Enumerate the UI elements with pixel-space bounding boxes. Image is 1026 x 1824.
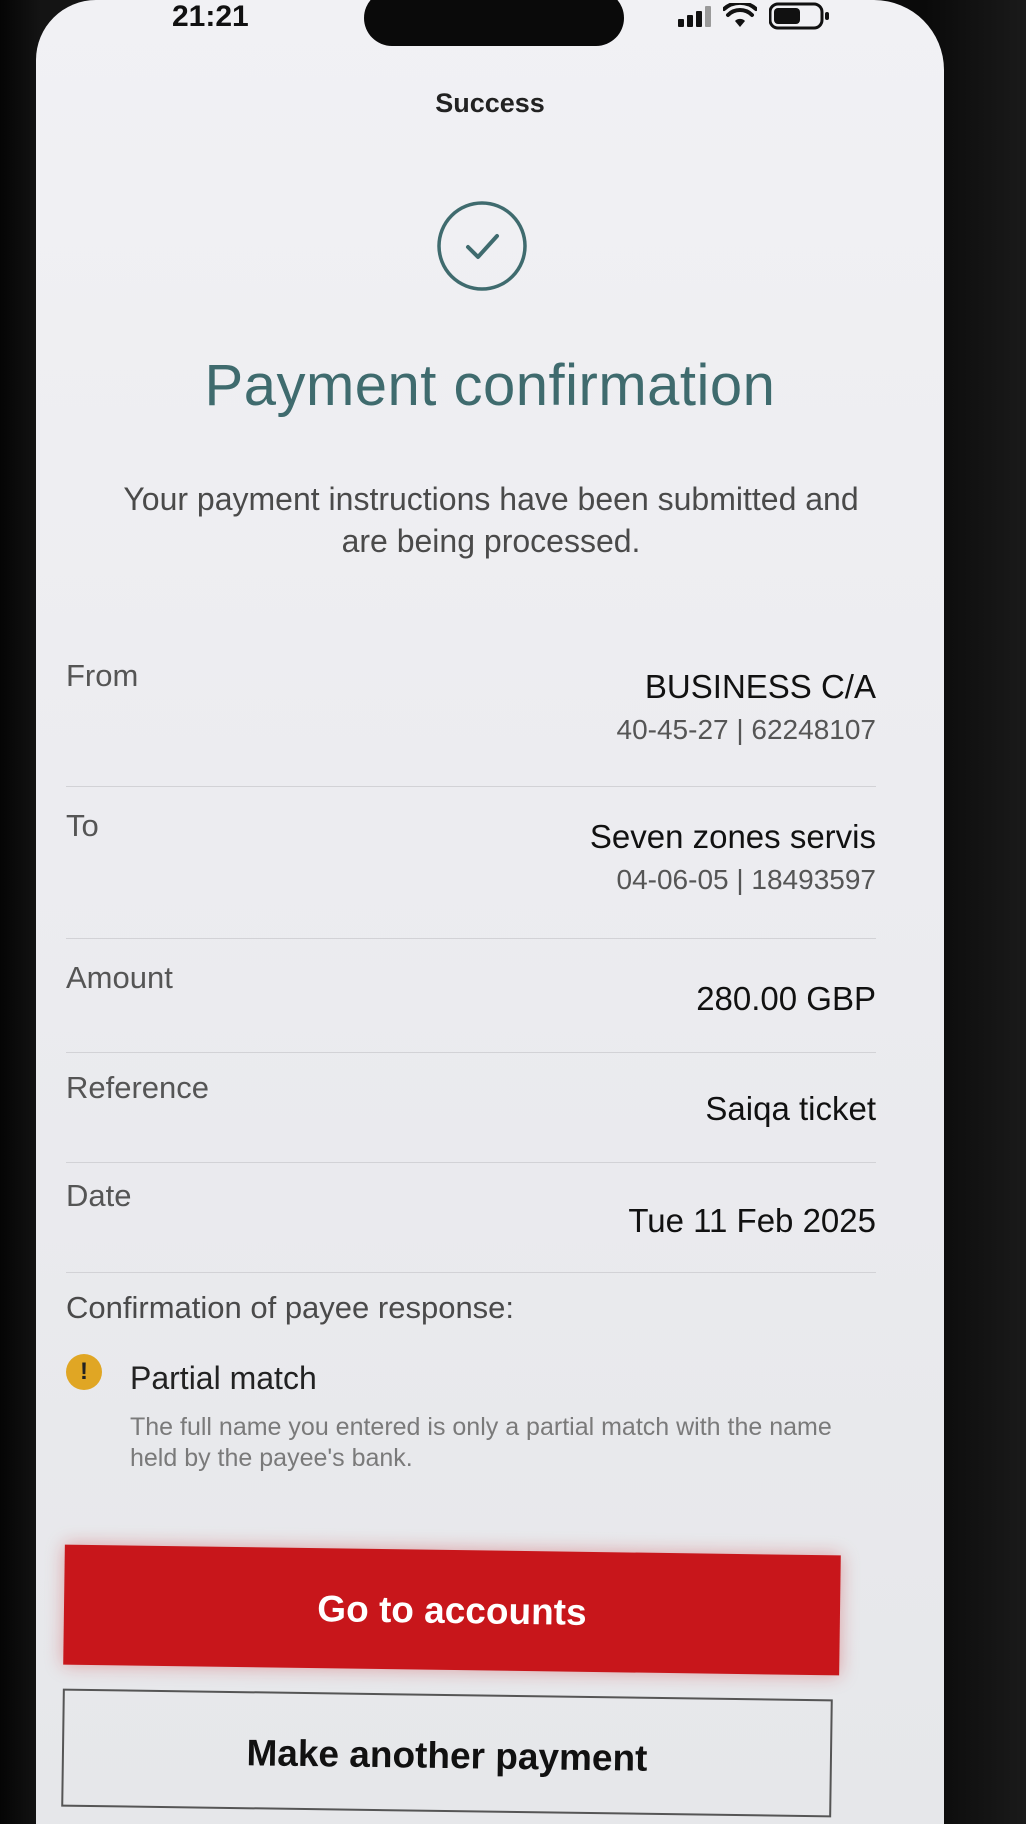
detail-row-from: From BUSINESS C/A 40-45-27 | 62248107 — [66, 658, 876, 787]
amount-label: Amount — [66, 960, 173, 995]
go-to-accounts-button[interactable]: Go to accounts — [63, 1544, 841, 1676]
from-label: From — [66, 658, 139, 693]
from-account-number: 40-45-27 | 62248107 — [616, 714, 877, 745]
cop-title: Confirmation of payee response: — [66, 1290, 515, 1325]
from-account-name: BUSINESS C/A — [644, 668, 876, 705]
reference-value: Saiqa ticket — [705, 1090, 876, 1127]
detail-row-date: Date Tue 11 Feb 2025 — [66, 1178, 876, 1273]
match-result: Partial match — [130, 1360, 317, 1396]
app-screen: 21:21 Success Payment confirmation Your … — [36, 0, 944, 1824]
battery-icon — [769, 2, 829, 30]
payee-name: Seven zones servis — [589, 818, 876, 855]
check-circle-icon — [437, 201, 527, 291]
detail-row-amount: Amount 280.00 GBP — [66, 960, 876, 1053]
reference-label: Reference — [66, 1070, 210, 1105]
signal-icon — [678, 5, 711, 27]
detail-row-to: To Seven zones servis 04-06-05 | 1849359… — [66, 808, 876, 939]
payee-account-number: 04-06-05 | 18493597 — [616, 864, 877, 895]
dynamic-island — [364, 0, 624, 46]
make-another-payment-button[interactable]: Make another payment — [61, 1688, 833, 1818]
confirmation-message: Your payment instructions have been subm… — [123, 481, 859, 559]
header-title: Success — [435, 88, 545, 118]
status-icons — [678, 2, 831, 30]
page-title: Payment confirmation — [204, 353, 776, 418]
date-value: Tue 11 Feb 2025 — [628, 1202, 876, 1239]
detail-row-reference: Reference Saiqa ticket — [66, 1070, 876, 1163]
match-description: The full name you entered is only a part… — [130, 1413, 832, 1472]
amount-value: 280.00 GBP — [696, 980, 876, 1017]
date-label: Date — [66, 1178, 132, 1213]
status-time: 21:21 — [172, 0, 249, 33]
wifi-icon — [723, 3, 757, 27]
warning-icon: ! — [66, 1354, 102, 1390]
to-label: To — [66, 808, 99, 843]
